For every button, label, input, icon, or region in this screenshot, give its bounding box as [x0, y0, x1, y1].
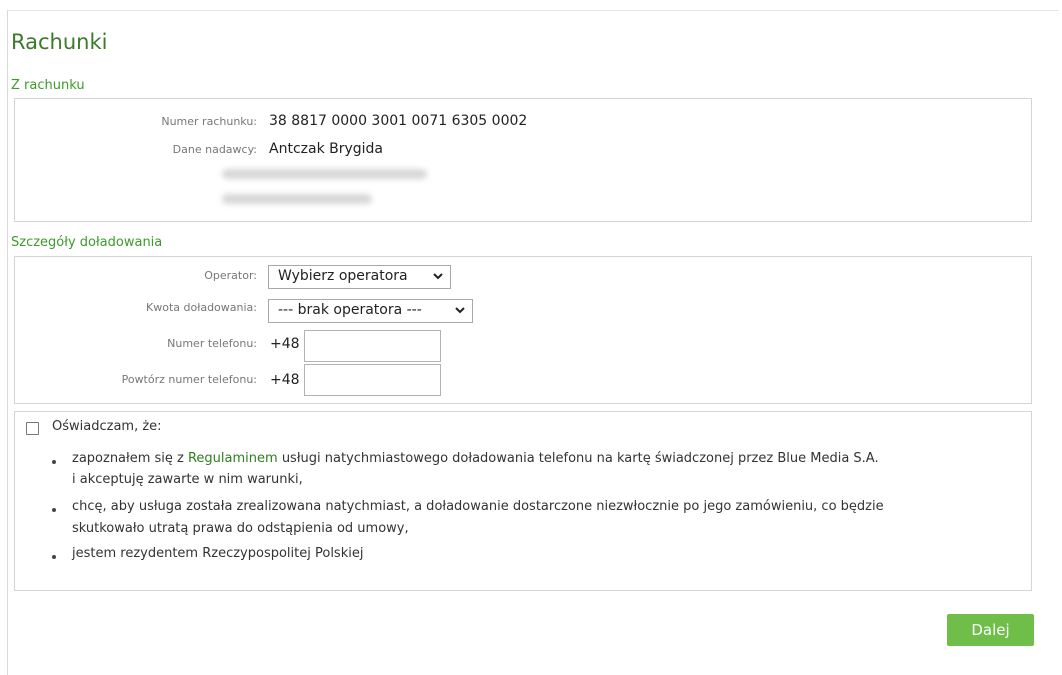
redacted-address-line-2 [222, 194, 372, 204]
consent-checkbox[interactable] [26, 422, 39, 435]
consent-item-1-line-2: i akceptuję zawarte w nim warunki, [72, 472, 303, 487]
operator-select-value: Wybierz operatora [278, 268, 408, 284]
phone-input[interactable] [304, 330, 441, 362]
chevron-down-icon [455, 307, 465, 314]
section-title-from-account: Z rachunku [11, 78, 85, 93]
consent-item-1-after: usługi natychmiastowego doładowania tele… [277, 451, 879, 466]
chevron-down-icon [433, 273, 443, 280]
consent-item-1-before: zapoznałem się z [72, 451, 188, 466]
phone-repeat-input[interactable] [304, 364, 441, 396]
regulations-link[interactable]: Regulaminem [188, 451, 278, 466]
amount-select[interactable]: --- brak operatora --- [268, 299, 473, 323]
consent-item-2-line-1: chcę, aby usługa została zrealizowana na… [72, 499, 884, 514]
operator-label: Operator: [204, 269, 257, 282]
amount-select-value: --- brak operatora --- [278, 302, 422, 318]
amount-label: Kwota doładowania: [146, 301, 257, 314]
section-title-topup-details: Szczegóły doładowania [11, 235, 163, 250]
phone-repeat-prefix: +48 [270, 372, 300, 388]
consent-item-3: jestem rezydentem Rzeczypospolitej Polsk… [72, 546, 364, 561]
phone-prefix: +48 [270, 336, 300, 352]
bullet-2 [52, 508, 56, 512]
sender-label: Dane nadawcy: [172, 143, 257, 156]
consent-label: Oświadczam, że: [52, 419, 162, 434]
account-number-value: 38 8817 0000 3001 0071 6305 0002 [269, 113, 528, 129]
operator-select[interactable]: Wybierz operatora [268, 265, 451, 289]
account-number-label: Numer rachunku: [161, 115, 257, 128]
page-title: Rachunki [11, 30, 108, 54]
next-button[interactable]: Dalej [947, 614, 1034, 646]
redacted-address-line-1 [222, 169, 427, 179]
sender-name: Antczak Brygida [269, 141, 384, 157]
bullet-3 [52, 555, 56, 559]
phone-repeat-label: Powtórz numer telefonu: [121, 373, 257, 386]
consent-item-1-line-1: zapoznałem się z Regulaminem usługi naty… [72, 451, 879, 466]
phone-label: Numer telefonu: [167, 337, 257, 350]
consent-item-2-line-2: skutkowało utratą prawa do odstąpienia o… [72, 521, 409, 536]
bullet-1 [52, 460, 56, 464]
